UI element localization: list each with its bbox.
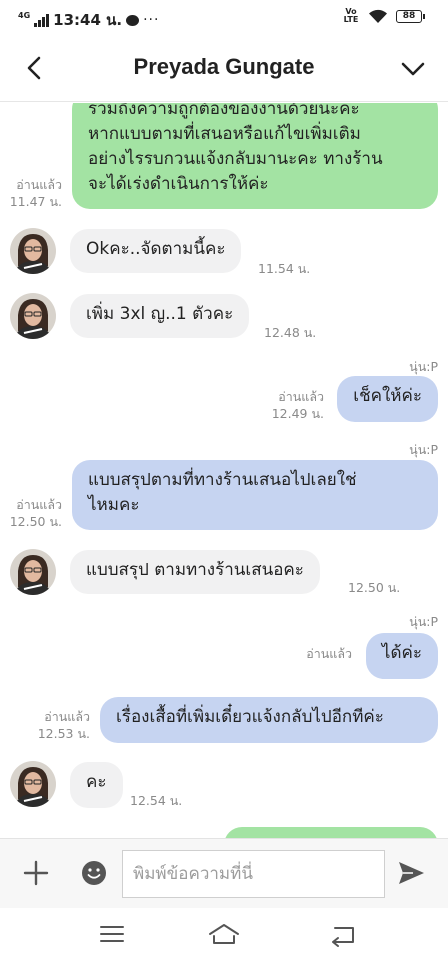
emoji-button[interactable]: [80, 859, 108, 887]
read-receipt: อ่านแล้ว: [44, 709, 90, 724]
avatar-image: [10, 761, 56, 807]
message-bubble-outgoing[interactable]: เรื่องเสื้อที่เพิ่มเดี๋ยวแจ้งกลับไปอีกที…: [100, 697, 438, 743]
battery-icon: 88: [396, 9, 425, 23]
message-text: เพิ่ม 3xl ญ..1 ตัวคะ: [86, 304, 234, 324]
read-receipt: อ่านแล้ว: [16, 497, 62, 512]
system-nav-bar: [0, 908, 448, 960]
message-time: 11.54 น.: [258, 261, 311, 276]
message-time: 12.50 น.: [9, 514, 62, 529]
message-text: เรื่องเสื้อที่เพิ่มเดี๋ยวแจ้งกลับไปอีกที…: [116, 707, 384, 727]
emoji-icon: [82, 861, 106, 885]
message-text: ได้ค่ะ: [381, 643, 422, 663]
message-time: 11.47 น.: [9, 194, 62, 209]
message-line: หากแบบตามที่เสนอหรือแก้ไขเพิ่มเติม: [88, 124, 361, 144]
menu-dropdown-button[interactable]: [398, 52, 428, 84]
send-icon: [399, 862, 424, 884]
send-button[interactable]: [396, 859, 426, 887]
read-receipt: อ่านแล้ว: [306, 646, 352, 661]
message-bubble-outgoing-partial[interactable]: [224, 827, 438, 838]
message-meta: อ่านแล้ว 12.49 น.: [262, 388, 324, 422]
read-receipt: อ่านแล้ว: [278, 389, 324, 404]
menu-icon: [100, 926, 124, 942]
message-text: Okคะ..จัดตามนี้คะ: [86, 239, 226, 259]
message-time: 12.54 น.: [130, 793, 183, 808]
sender-name: นุ่น:P: [409, 359, 438, 374]
message-time: 12.50 น.: [348, 580, 401, 595]
message-input[interactable]: [122, 850, 385, 898]
line-notification-icon: [126, 14, 140, 26]
sender-name: นุ่น:P: [409, 614, 438, 629]
avatar-image: [10, 228, 56, 274]
avatar-image: [10, 549, 56, 595]
more-notifications: ···: [143, 12, 160, 28]
message-bubble-outgoing[interactable]: ได้ค่ะ: [365, 633, 438, 679]
status-left: 4G 13:44 น. ···: [18, 8, 159, 32]
message-time: 12.53 น.: [37, 726, 90, 741]
message-bubble-incoming[interactable]: เพิ่ม 3xl ญ..1 ตัวคะ: [70, 294, 250, 338]
message-text: คะ: [86, 772, 107, 792]
back-button[interactable]: [20, 52, 50, 84]
message-input-bar: [0, 838, 448, 908]
read-receipt: อ่านแล้ว: [16, 177, 62, 192]
signal-icon: [34, 13, 50, 27]
nav-home-button[interactable]: [207, 920, 241, 948]
chat-area[interactable]: รวมถึงความถูกต้องของงานด้วยนะคะ หากแบบตา…: [0, 103, 448, 838]
message-line: แบบสรุปตามที่ทางร้านเสนอไปเลยใช่: [88, 470, 357, 490]
message-bubble-outgoing[interactable]: รวมถึงความถูกต้องของงานด้วยนะคะ หากแบบตา…: [72, 103, 438, 209]
message-text: เช็คให้ค่ะ: [353, 386, 422, 406]
chevron-down-icon: [401, 62, 425, 76]
add-attachment-button[interactable]: [22, 859, 50, 887]
message-meta: อ่านแล้ว 12.50 น.: [2, 496, 62, 530]
avatar[interactable]: [10, 293, 56, 339]
wifi-icon: [369, 9, 387, 23]
message-bubble-outgoing[interactable]: แบบสรุปตามที่ทางร้านเสนอไปเลยใช่ ไหมคะ: [72, 460, 438, 530]
chat-title: Preyada Gungate: [133, 54, 315, 79]
return-icon: [332, 927, 354, 947]
message-meta: อ่านแล้ว 12.53 น.: [28, 708, 90, 742]
message-bubble-incoming[interactable]: แบบสรุป ตามทางร้านเสนอคะ: [70, 550, 320, 594]
message-line: ไหมคะ: [88, 495, 140, 515]
message-bubble-incoming[interactable]: Okคะ..จัดตามนี้คะ: [70, 229, 242, 273]
message-meta: อ่านแล้ว 11.47 น.: [2, 176, 62, 210]
avatar[interactable]: [10, 228, 56, 274]
chat-header: Preyada Gungate: [0, 34, 448, 102]
status-bar: 4G 13:44 น. ··· Vo LTE 88: [0, 0, 448, 34]
message-line: อย่างไรรบกวนแจ้งกลับมานะคะ ทางร้าน: [88, 149, 383, 169]
back-chevron-icon: [27, 56, 41, 80]
status-right: Vo LTE 88: [342, 7, 425, 24]
message-text: แบบสรุป ตามทางร้านเสนอคะ: [86, 560, 304, 580]
avatar[interactable]: [10, 549, 56, 595]
home-icon: [209, 924, 239, 944]
message-bubble-incoming[interactable]: คะ: [70, 762, 123, 808]
volte-label: Vo LTE: [343, 7, 359, 24]
avatar[interactable]: [10, 761, 56, 807]
network-type: 4G: [18, 10, 31, 20]
message-line: รวมถึงความถูกต้องของงานด้วยนะคะ: [88, 103, 360, 119]
avatar-image: [10, 293, 56, 339]
nav-back-button[interactable]: [325, 920, 359, 948]
nav-menu-button[interactable]: [95, 920, 129, 948]
plus-icon: [23, 860, 49, 886]
message-time: 12.48 น.: [264, 325, 317, 340]
message-line: จะได้เร่งดำเนินการให้ค่ะ: [88, 174, 269, 194]
message-bubble-outgoing[interactable]: เช็คให้ค่ะ: [337, 376, 438, 422]
message-time: 12.49 น.: [271, 406, 324, 421]
status-time: 13:44 น.: [53, 11, 123, 29]
sender-name: นุ่น:P: [409, 442, 438, 457]
